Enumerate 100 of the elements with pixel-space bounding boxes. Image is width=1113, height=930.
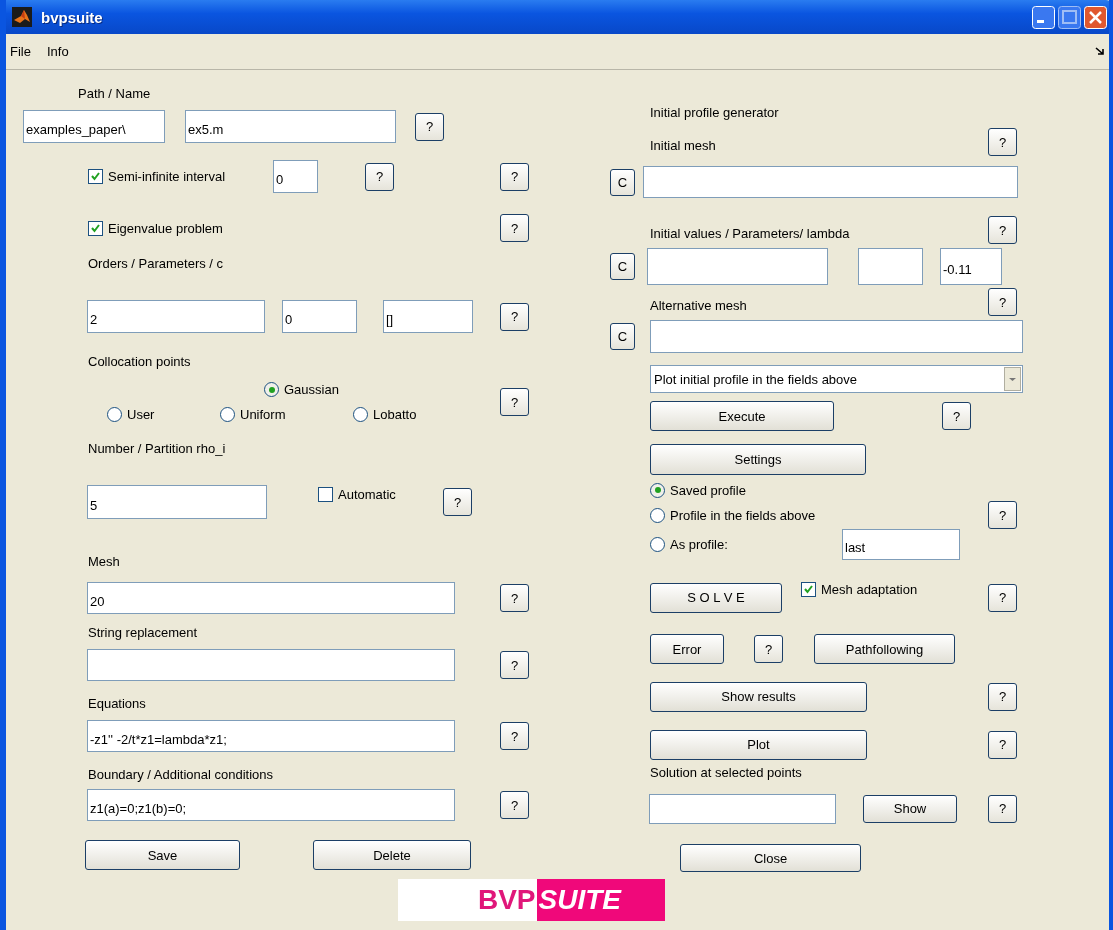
radio-label: Gaussian [284, 382, 339, 397]
clear-button[interactable]: C [610, 168, 635, 196]
interval-field[interactable]: 0 [273, 160, 318, 193]
field-label: Number / Partition rho_i [88, 441, 226, 457]
help-button[interactable]: ? [754, 635, 783, 663]
caret-icon [1004, 367, 1021, 391]
help-button[interactable]: ? [988, 583, 1017, 612]
help-button[interactable]: ? [942, 402, 971, 430]
arrow-icon[interactable] [1095, 47, 1105, 56]
field-label: Orders / Parameters / c [88, 256, 224, 272]
show-button[interactable]: Show [863, 794, 957, 823]
checkbox-label: Semi-infinite interval [108, 169, 226, 184]
field-label: Solution at selected points [650, 765, 802, 781]
menu-item[interactable]: File [10, 44, 31, 59]
save-button[interactable]: Save [85, 840, 240, 870]
close-icon[interactable] [1084, 5, 1107, 29]
radio-label: Lobatto [373, 407, 417, 422]
points-field[interactable] [649, 793, 836, 824]
field-label: Mesh [88, 554, 120, 570]
menu-item[interactable]: Info [46, 44, 69, 59]
radio-button[interactable] [650, 507, 665, 523]
checkbox-label: Eigenvalue problem [108, 220, 223, 236]
order-field[interactable]: [] [383, 300, 473, 333]
help-button[interactable]: ? [443, 488, 472, 516]
pathfollowing-button[interactable]: Pathfollowing [814, 634, 955, 664]
mesh-field[interactable]: 20 [87, 582, 455, 614]
help-button[interactable]: ? [500, 162, 529, 191]
delete-button[interactable]: Delete [313, 840, 471, 870]
app-icon [12, 7, 32, 27]
clear-button[interactable]: C [610, 253, 635, 280]
checkbox-label: Mesh adaptation [821, 582, 918, 597]
logo-text: BVP [477, 884, 536, 916]
path-field[interactable]: examples_paper\ [23, 110, 165, 143]
radio-button[interactable] [220, 407, 235, 422]
help-button[interactable]: ? [988, 682, 1017, 711]
radio-button[interactable] [264, 382, 279, 397]
checkbox[interactable] [88, 220, 103, 236]
settings-button[interactable]: Settings [650, 444, 866, 475]
radio-label: Profile in the fields above [670, 507, 816, 523]
help-button[interactable]: ? [988, 501, 1017, 529]
checkbox[interactable] [318, 487, 333, 502]
help-button[interactable]: ? [500, 214, 529, 242]
field-label: Path / Name [78, 86, 151, 102]
profile-name-field[interactable]: last [842, 529, 960, 560]
radio-button[interactable] [353, 407, 368, 422]
radio-button[interactable] [650, 537, 665, 552]
field-label: String replacement [88, 625, 198, 641]
window-title: bvpsuite [41, 8, 103, 26]
name-field[interactable]: ex5.m [185, 110, 396, 143]
help-button[interactable]: ? [988, 794, 1017, 823]
help-button[interactable]: ? [988, 128, 1017, 156]
logo-text: SUITE [536, 879, 665, 921]
replacement-field[interactable] [87, 649, 455, 681]
radio-label: Saved profile [670, 482, 746, 498]
field-label: Alternative mesh [650, 298, 748, 314]
checkbox[interactable] [88, 169, 103, 184]
help-button[interactable]: ? [415, 112, 444, 141]
plot-button[interactable]: Plot [650, 729, 867, 760]
help-button[interactable]: ? [988, 288, 1017, 316]
field-label: Initial mesh [650, 138, 717, 154]
help-button[interactable]: ? [500, 584, 529, 612]
lambda-field[interactable]: -0.11 [940, 248, 1002, 285]
solve-button[interactable]: S O L V E [650, 582, 782, 613]
help-button[interactable]: ? [500, 651, 529, 679]
help-button[interactable]: ? [500, 722, 529, 750]
minimize-icon[interactable] [1032, 5, 1055, 29]
execute-button[interactable]: Execute [650, 401, 834, 431]
help-button[interactable]: ? [365, 162, 394, 191]
radio-label: As profile: [670, 537, 728, 552]
radio-button[interactable] [107, 407, 122, 422]
boundary-field[interactable]: z1(a)=0;z1(b)=0; [87, 789, 455, 821]
field-label: Initial values / Parameters/ lambda [650, 226, 851, 242]
field-label: Boundary / Additional conditions [88, 767, 273, 783]
order-field[interactable]: 0 [282, 300, 357, 333]
alternative-mesh-field[interactable] [650, 319, 1023, 353]
initial-mesh-field[interactable] [643, 166, 1018, 198]
parameter-field[interactable] [858, 248, 923, 285]
maximize-icon[interactable] [1058, 5, 1081, 29]
radio-label: User [127, 407, 155, 422]
help-button[interactable]: ? [988, 216, 1017, 244]
help-button[interactable]: ? [500, 302, 529, 331]
close-button[interactable]: Close [680, 844, 861, 872]
clear-button[interactable]: C [610, 322, 635, 350]
radio-label: Uniform [240, 407, 286, 422]
checkbox-label: Automatic [338, 487, 396, 502]
radio-button[interactable] [650, 482, 665, 498]
help-button[interactable]: ? [988, 730, 1017, 759]
field-label: Equations [88, 696, 146, 712]
help-button[interactable]: ? [500, 388, 529, 416]
section-title: Initial profile generator [650, 105, 779, 121]
show-results-button[interactable]: Show results [650, 681, 867, 712]
equations-field[interactable]: -z1'' -2/t*z1=lambda*z1; [87, 720, 455, 752]
number-field[interactable]: 5 [87, 485, 267, 519]
order-field[interactable]: 2 [87, 300, 265, 333]
help-button[interactable]: ? [500, 791, 529, 819]
error-button[interactable]: Error [650, 634, 724, 664]
field-label: Collocation points [88, 354, 191, 370]
initial-value-field[interactable] [647, 248, 828, 285]
plot-mode-dropdown[interactable]: Plot initial profile in the fields above [650, 365, 1023, 393]
checkbox[interactable] [801, 582, 816, 597]
